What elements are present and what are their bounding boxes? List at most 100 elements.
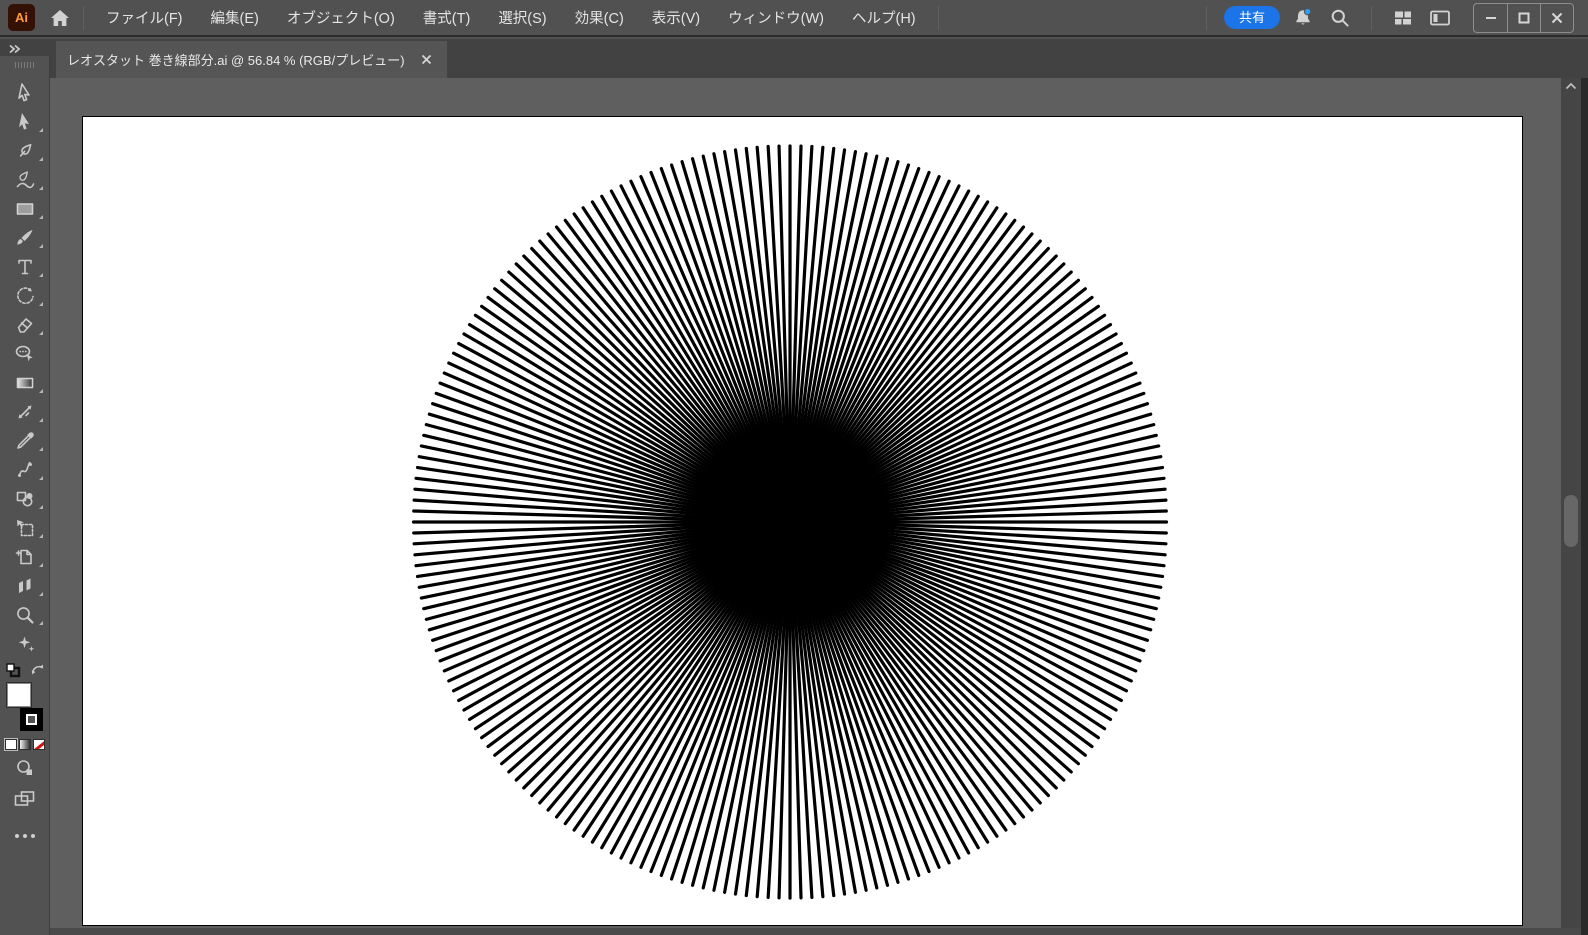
canvas-pasteboard[interactable] — [50, 78, 1588, 935]
vertical-scrollbar-thumb[interactable] — [1564, 495, 1578, 547]
tab-close-button[interactable] — [419, 52, 435, 68]
document-tab[interactable]: レオスタット 巻き線部分.ai @ 56.84 % (RGB/プレビュー) — [56, 41, 447, 78]
gradient-swatch-icon — [14, 372, 36, 394]
notifications-button[interactable] — [1289, 4, 1317, 32]
home-button[interactable] — [45, 4, 75, 32]
menubar-right-cluster: 共有 — [1198, 3, 1580, 33]
magnifier-icon — [14, 604, 36, 626]
pen-nib-icon — [14, 140, 36, 162]
artboard-page-icon — [14, 546, 36, 568]
type-tool[interactable] — [3, 252, 47, 281]
window-right-edge — [1581, 78, 1588, 935]
rotate-arc-icon — [14, 285, 36, 307]
close-icon — [1551, 12, 1563, 24]
minimize-button[interactable] — [1474, 4, 1507, 32]
color-mode-buttons — [5, 739, 45, 750]
toolbar-drag-grip[interactable] — [15, 62, 34, 68]
selection-arrow-icon — [14, 82, 36, 104]
type-T-icon — [14, 256, 36, 278]
edit-toolbar-button[interactable] — [15, 834, 35, 838]
menu-select[interactable]: 選択(S) — [484, 0, 560, 35]
menu-effect[interactable]: 効果(C) — [561, 0, 638, 35]
menubar-divider — [938, 6, 939, 30]
sparkle-icon — [14, 633, 36, 655]
screen-mode-button[interactable] — [3, 786, 47, 812]
window-controls — [1473, 3, 1574, 33]
maximize-icon — [1518, 12, 1530, 24]
menu-view[interactable]: 表示(V) — [638, 0, 714, 35]
close-button[interactable] — [1540, 4, 1573, 32]
menubar-divider — [1206, 6, 1207, 30]
selection-tool[interactable] — [3, 78, 47, 107]
illustrator-logo-icon[interactable]: Ai — [8, 4, 35, 31]
shape-builder-icon — [14, 488, 36, 510]
perspective-grid-tool[interactable] — [3, 571, 47, 600]
draw-mode-icon — [15, 758, 35, 778]
none-button[interactable] — [33, 739, 45, 750]
pen-tool[interactable] — [3, 136, 47, 165]
rotate-tool[interactable] — [3, 281, 47, 310]
artboard-tool[interactable] — [3, 542, 47, 571]
menu-edit[interactable]: 編集(E) — [197, 0, 273, 35]
scroll-up-icon[interactable] — [1565, 82, 1577, 90]
menu-window[interactable]: ウィンドウ(W) — [714, 0, 838, 35]
eyedropper-tool[interactable] — [3, 426, 47, 455]
screen-mode-icon — [13, 789, 37, 809]
direct-selection-arrow-icon — [14, 111, 36, 133]
minimize-icon — [1485, 12, 1497, 24]
arrange-documents-icon — [1392, 7, 1414, 29]
menubar-divider — [1371, 6, 1372, 30]
draw-mode-button[interactable] — [3, 755, 47, 781]
curvature-tool[interactable] — [3, 165, 47, 194]
eraser-tool[interactable] — [3, 310, 47, 339]
zoom-tool[interactable] — [3, 600, 47, 629]
menu-object[interactable]: オブジェクト(O) — [273, 0, 409, 35]
gradient-tool[interactable] — [3, 368, 47, 397]
blend-tool[interactable] — [3, 455, 47, 484]
shaper-tool[interactable] — [3, 339, 47, 368]
blend-curve-icon — [14, 459, 36, 481]
transform-frame-icon — [14, 517, 36, 539]
menu-help[interactable]: ヘルプ(H) — [838, 0, 930, 35]
eraser-icon — [14, 314, 36, 336]
paintbrush-icon — [14, 227, 36, 249]
collapse-panel-button[interactable] — [8, 43, 24, 55]
menu-bar: Ai ファイル(F) 編集(E) オブジェクト(O) 書式(T) 選択(S) 効… — [0, 0, 1588, 37]
home-icon — [49, 8, 71, 28]
menu-type[interactable]: 書式(T) — [409, 0, 485, 35]
workspace-switcher-button[interactable] — [1426, 4, 1454, 32]
document-tab-title: レオスタット 巻き線部分.ai @ 56.84 % (RGB/プレビュー) — [67, 50, 405, 69]
scale-tool[interactable] — [3, 397, 47, 426]
fill-color-swatch[interactable] — [6, 682, 32, 708]
perspective-bars-icon — [14, 575, 36, 597]
workspace-icon — [1428, 7, 1452, 29]
illustrator-window: Ai ファイル(F) 編集(E) オブジェクト(O) 書式(T) 選択(S) 効… — [0, 0, 1588, 935]
rectangle-tool[interactable] — [3, 194, 47, 223]
vertical-scrollbar[interactable] — [1561, 78, 1581, 928]
fill-stroke-mini-controls — [5, 662, 45, 678]
direct-selection-tool[interactable] — [3, 107, 47, 136]
menu-file[interactable]: ファイル(F) — [92, 0, 197, 35]
swap-fill-stroke-icon[interactable] — [30, 663, 45, 677]
arrange-documents-button[interactable] — [1389, 4, 1417, 32]
horizontal-scrollbar[interactable] — [50, 928, 1581, 935]
artboard[interactable] — [82, 116, 1523, 926]
maximize-button[interactable] — [1507, 4, 1540, 32]
fill-stroke-swatches — [5, 681, 45, 735]
share-button[interactable]: 共有 — [1224, 6, 1280, 29]
gradient-button[interactable] — [19, 739, 31, 750]
scale-arrows-icon — [14, 401, 36, 423]
radial-burst-artwork — [83, 117, 1522, 925]
shape-builder-tool[interactable] — [3, 484, 47, 513]
curvature-pen-icon — [14, 169, 36, 191]
paintbrush-tool[interactable] — [3, 223, 47, 252]
free-transform-tool[interactable] — [3, 513, 47, 542]
color-button[interactable] — [5, 739, 17, 750]
eyedropper-icon — [14, 430, 36, 452]
search-button[interactable] — [1326, 4, 1354, 32]
default-fill-stroke-icon[interactable] — [5, 662, 21, 678]
tools-panel — [0, 56, 50, 935]
stroke-color-swatch[interactable] — [20, 708, 43, 731]
wand-sparkle-tool[interactable] — [3, 629, 47, 658]
rectangle-icon — [14, 198, 36, 220]
